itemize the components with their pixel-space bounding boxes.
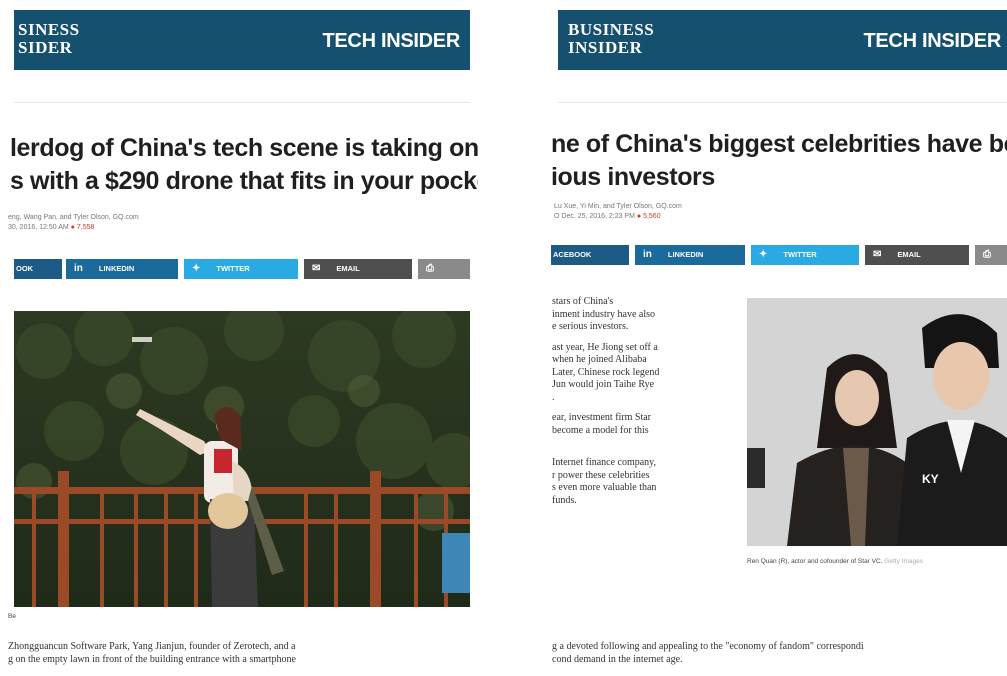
article-photo-drone-demo [14,311,470,607]
caption-text: Ren Quan (R), actor and cofounder of Sta… [747,558,883,565]
right-article-screenshot: BUSINESS INSIDER TECH INSIDER ne of Chin… [548,0,1007,676]
twitter-share-button[interactable]: ✦ TWITTER [751,245,859,265]
logo-line-2: SIDER [18,38,73,57]
twitter-icon: ✦ [759,249,768,260]
email-icon: ✉ [312,263,321,274]
linkedin-share-button[interactable]: in LINKEDIN [66,259,178,279]
facebook-share-button[interactable]: OOK [14,259,62,279]
body-line-1: Zhongguancun Software Park, Yang Jianjun… [8,641,296,652]
share-bar: OOK in LINKEDIN ✦ TWITTER ✉ EMAIL ⎙ [14,259,470,279]
paragraph-4: Internet finance company, r power these … [552,457,659,507]
headline-line-1: lerdog of China's tech scene is taking o… [10,134,478,162]
twitter-icon: ✦ [192,263,201,274]
byline-date: O Dec. 25, 2016, 2:23 PM [554,213,635,220]
print-button[interactable]: ⎙ [975,245,1007,265]
paragraph-2: ast year, He Jiong set off a when he joi… [552,342,659,405]
text-line: e serious investors. [552,321,629,332]
views-count: ● 5,560 [636,213,661,220]
photo-illustration: KY [747,298,1007,546]
headline-line-1: ne of China's biggest celebrities have b… [551,130,1007,158]
tech-insider-link[interactable]: TECH INSIDER [322,30,460,53]
article-byline: eng, Wang Pan, and Tyler Olson, GQ.com 3… [8,213,139,233]
views-count: ● 7,558 [70,224,95,231]
tech-insider-link[interactable]: TECH INSIDER [863,30,1001,53]
paragraph-3: ear, investment firm Star become a model… [552,412,659,437]
linkedin-icon: in [643,249,652,260]
email-label: EMAIL [336,264,360,273]
email-icon: ✉ [873,249,882,260]
linkedin-label: LINKEDIN [667,250,704,259]
text-line: inment industry have also [552,308,656,320]
article-photo-celebrities: KY [747,298,1007,546]
left-article-screenshot: SINESS SIDER TECH INSIDER lerdog of Chin… [0,0,478,676]
text-line: ast year, He Jiong set off a [552,341,658,353]
text-line: funds. [552,494,577,506]
paragraph-1: stars of China's inment industry have al… [552,296,659,334]
text-line: . [552,391,555,403]
site-header: SINESS SIDER TECH INSIDER [14,10,470,70]
print-icon: ⎙ [426,263,434,274]
views-number: 5,560 [643,213,661,220]
business-insider-logo[interactable]: SINESS SIDER [18,21,80,57]
facebook-label: OOK [16,264,34,273]
email-label: EMAIL [897,250,921,259]
print-button[interactable]: ⎙ [418,259,470,279]
linkedin-share-button[interactable]: in LINKEDIN [635,245,745,265]
email-share-button[interactable]: ✉ EMAIL [304,259,412,279]
text-line: Internet finance company, [552,457,657,468]
text-line: s even more valuable than [552,482,657,493]
drone-icon [132,337,152,342]
print-icon: ⎙ [983,249,991,260]
body-line-1: g a devoted following and appealing to t… [552,641,864,652]
linkedin-label: LINKEDIN [98,264,135,273]
text-line: Later, Chinese rock legend [552,366,660,378]
twitter-share-button[interactable]: ✦ TWITTER [184,259,298,279]
twitter-label: TWITTER [783,250,817,259]
twitter-label: TWITTER [216,264,250,273]
photo-caption: Ren Quan (R), actor and cofounder of Sta… [747,558,923,565]
article-body: Zhongguancun Software Park, Yang Jianjun… [8,641,296,666]
photo-caption: Be [8,613,16,620]
logo-line-1: SINESS [18,20,80,39]
business-insider-logo[interactable]: BUSINESS INSIDER [568,21,654,57]
article-headline: lerdog of China's tech scene is taking o… [10,132,478,198]
share-bar: ACEBOOK in LINKEDIN ✦ TWITTER ✉ EMAIL ⎙ [551,245,1007,265]
text-line: when he joined Alibaba [552,354,647,365]
facebook-label: ACEBOOK [553,250,592,259]
text-line: ear, investment firm Star [552,412,652,423]
article-headline: ne of China's biggest celebrities have b… [551,128,1007,194]
headline-line-2: ious investors [551,163,715,191]
logo-line-1: BUSINESS [568,20,655,39]
views-number: 7,558 [76,224,95,231]
byline-authors[interactable]: eng, Wang Pan, and Tyler Olson, GQ.com [8,213,139,223]
facebook-share-button[interactable]: ACEBOOK [551,245,629,265]
svg-text:KY: KY [922,472,939,486]
byline-authors[interactable]: Lu Xue, Yi Min, and Tyler Olson, GQ.com [554,202,682,212]
header-divider [14,102,470,103]
text-line: Jun would join Taihe Rye [552,379,655,390]
photo-illustration [14,311,470,607]
header-divider [558,102,1007,103]
article-body-column: stars of China's inment industry have al… [552,296,659,507]
article-byline: Lu Xue, Yi Min, and Tyler Olson, GQ.com … [554,202,682,222]
email-share-button[interactable]: ✉ EMAIL [865,245,969,265]
logo-line-2: INSIDER [568,38,643,57]
article-body: g a devoted following and appealing to t… [552,641,864,666]
linkedin-icon: in [74,263,83,274]
text-line: r power these celebrities [552,469,650,481]
headline-line-2: s with a $290 drone that fits in your po… [10,167,478,195]
body-line-2: g on the empty lawn in front of the buil… [8,653,296,665]
body-line-2: cond demand in the internet age. [552,653,683,665]
byline-date: 30, 2016, 12:50 AM [8,224,69,231]
text-line: become a model for this [552,424,649,436]
text-line: stars of China's [552,296,614,307]
site-header: BUSINESS INSIDER TECH INSIDER [558,10,1007,70]
photo-credit: Getty Images [884,558,923,565]
